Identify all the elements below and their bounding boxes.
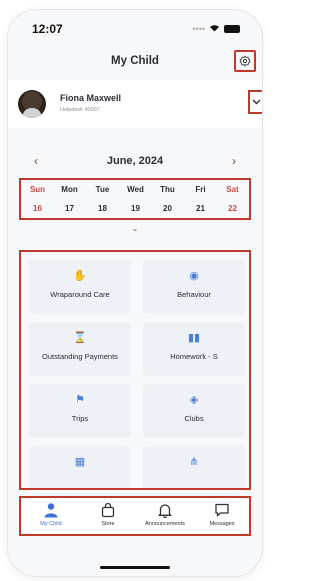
cutlery-icon: ⋔ — [189, 456, 199, 468]
date-cell[interactable]: 19 — [119, 204, 152, 213]
child-subtitle: Helpdesk 40007 — [60, 107, 100, 113]
weekday-label: Sat — [226, 185, 239, 194]
book-icon: ▮▮ — [187, 332, 201, 344]
month-label: June, 2024 — [106, 155, 164, 167]
weekday-label: Thu — [160, 185, 175, 194]
battery-icon — [224, 25, 240, 33]
weekday-label: Tue — [95, 185, 110, 194]
hand-icon: ✋ — [73, 270, 87, 282]
status-time: 12:07 — [32, 22, 63, 36]
child-selector[interactable]: Fiona Maxwell Helpdesk 40007 — [8, 80, 262, 128]
home-indicator — [100, 566, 170, 569]
chevron-down-icon — [252, 99, 260, 105]
feature-grid: ✋ Wraparound Care ◉ Behaviour ⌛ Outstanding P… — [19, 250, 251, 490]
weekday-label: Wed — [127, 185, 144, 194]
week-strip: Sun 16 Mon 17 Tue 18 Wed 19 Thu 20 Fri 21 Sat 22 — [19, 178, 251, 220]
tab-my-child[interactable]: My Child — [23, 500, 79, 534]
status-icons: •••• — [192, 23, 240, 35]
weekday-label: Fri — [195, 185, 206, 194]
phone-screen: 12:07 •••• My Child Fiona Maxwell Helpde… — [8, 10, 262, 576]
chat-icon — [214, 502, 230, 518]
feature-tile[interactable]: ⚑ Trips — [29, 384, 131, 438]
app-header: My Child — [8, 48, 262, 78]
date-cell[interactable]: 18 — [86, 204, 119, 213]
date-cell[interactable]: 17 — [53, 204, 86, 213]
tab-label: My Child — [40, 521, 62, 527]
feature-tile[interactable]: ⋔ — [143, 446, 245, 488]
tab-label: Announcements — [145, 521, 185, 527]
bell-icon — [157, 502, 173, 519]
feature-tile-label: Outstanding Payments — [42, 352, 118, 361]
avatar — [18, 90, 46, 118]
feature-tile-label: Behaviour — [177, 290, 211, 299]
signal-icon: •••• — [192, 24, 205, 34]
feature-tile[interactable]: ◉ Behaviour — [143, 260, 245, 314]
tab-messages[interactable]: Messages — [194, 500, 250, 534]
feature-tile[interactable]: ▮▮ Homework - S — [143, 322, 245, 376]
bag-icon — [100, 502, 116, 518]
feature-tile-label: Trips — [71, 414, 89, 423]
next-week-button[interactable]: › — [232, 154, 236, 168]
month-navigator: ‹ June, 2024 › — [8, 152, 262, 172]
tab-store[interactable]: Store — [80, 500, 136, 534]
page-title: My Child — [111, 55, 159, 67]
feature-tile[interactable]: ✋ Wraparound Care — [29, 260, 131, 314]
expand-calendar-icon[interactable]: ⌄ — [8, 224, 262, 233]
gear-icon — [239, 55, 251, 67]
feature-tile[interactable]: ▦ — [29, 446, 131, 488]
feature-tile-label: Homework - S — [170, 352, 218, 361]
person-icon — [43, 502, 59, 518]
date-cell[interactable]: 16 — [21, 204, 54, 213]
cube-icon: ◈ — [189, 394, 199, 406]
date-cell[interactable]: 20 — [151, 204, 184, 213]
date-cell[interactable]: 21 — [184, 204, 217, 213]
child-switch-button[interactable] — [248, 90, 262, 114]
tab-announcements[interactable]: Announcements — [137, 500, 193, 534]
calendar-icon: ▦ — [74, 456, 86, 468]
weekday-label: Sun — [29, 185, 46, 194]
status-bar: 12:07 •••• — [8, 10, 262, 40]
feature-tile-label: Clubs — [184, 414, 204, 423]
weekday-label: Mon — [61, 185, 78, 194]
palm-tree-icon: ⚑ — [75, 394, 85, 406]
wifi-icon — [209, 23, 220, 35]
hourglass-icon: ⌛ — [73, 332, 87, 344]
bottom-tab-bar: My Child Store Announcements Messages — [19, 496, 251, 536]
date-cell[interactable]: 22 — [216, 204, 249, 213]
tab-label: Store — [101, 521, 115, 527]
eye-icon: ◉ — [189, 270, 199, 282]
feature-tile[interactable]: ⌛ Outstanding Payments — [29, 322, 131, 376]
settings-button[interactable] — [234, 50, 256, 72]
feature-tile-label: Wraparound Care — [50, 290, 110, 299]
tab-label: Messages — [209, 521, 235, 527]
child-name: Fiona Maxwell — [60, 93, 122, 103]
feature-tile[interactable]: ◈ Clubs — [143, 384, 245, 438]
